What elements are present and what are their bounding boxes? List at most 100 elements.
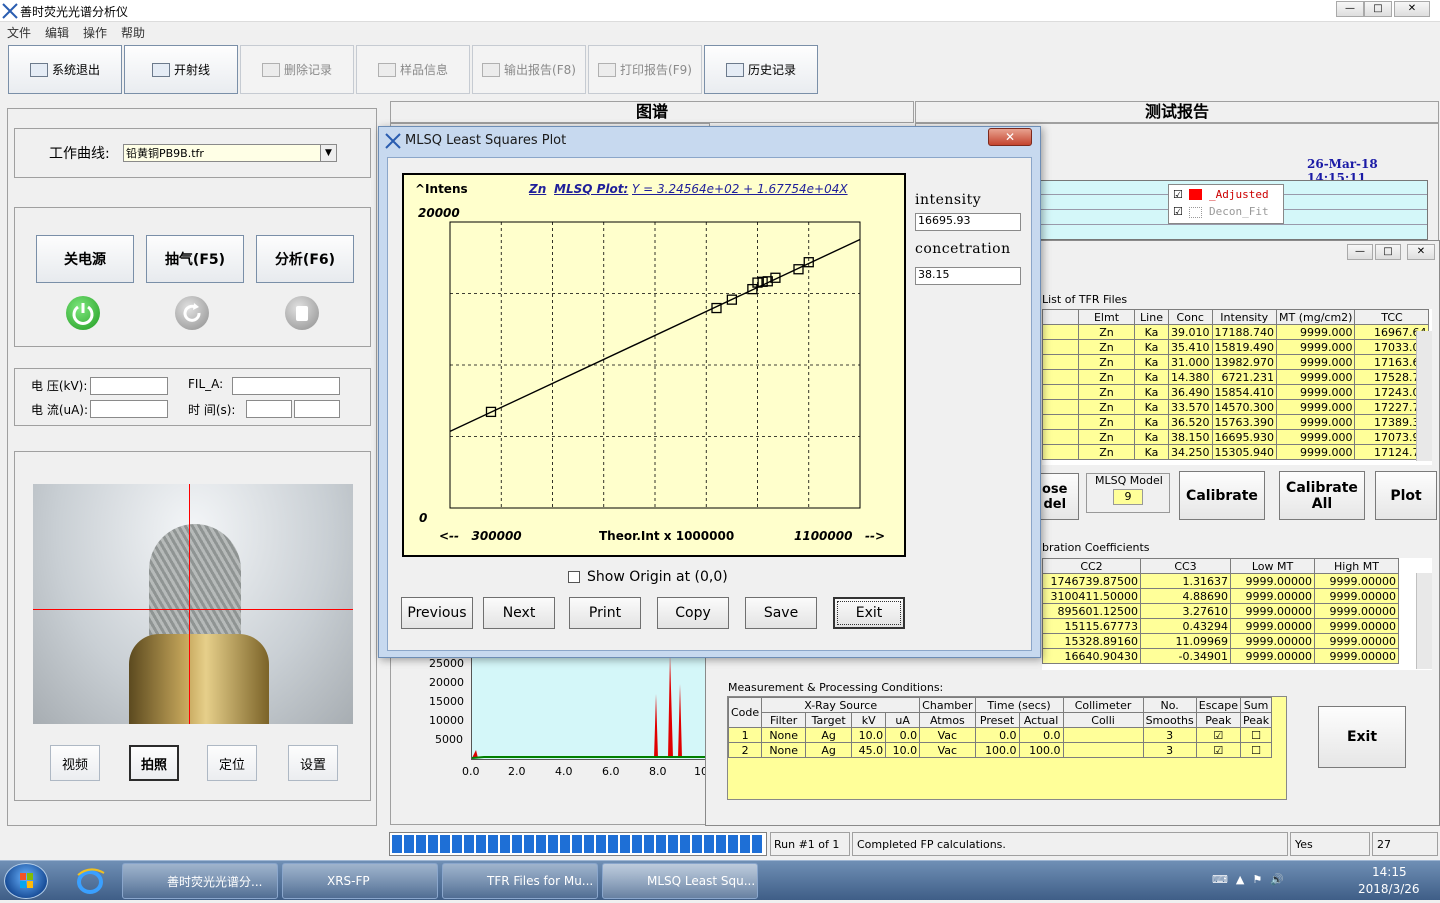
tab-spectrum[interactable]: 图谱: [390, 101, 914, 123]
dialog-close-button[interactable]: ✕: [988, 128, 1032, 146]
tab-report[interactable]: 测试报告: [915, 101, 1439, 123]
tfr-maximize-button[interactable]: □: [1375, 244, 1401, 260]
task-main-app[interactable]: 善时荧光光谱分...: [122, 863, 278, 899]
pump-button[interactable]: 抽气(F5): [146, 235, 244, 283]
start-button[interactable]: [4, 863, 48, 899]
menu-help[interactable]: 帮助: [121, 24, 145, 41]
show-origin-checkbox[interactable]: [568, 571, 580, 583]
curve-select[interactable]: 铅黄铜PB9B.tfr: [123, 144, 337, 162]
analyze-button[interactable]: 分析(F6): [256, 235, 354, 283]
table-row[interactable]: 15115.67773 0.43294 9999.00000 9999.00000: [1042, 618, 1399, 634]
time-field-1[interactable]: [246, 400, 292, 418]
save-button[interactable]: Save: [745, 597, 817, 629]
task-mlsq[interactable]: MLSQ Least Squ...: [602, 863, 758, 899]
menu-edit[interactable]: 编辑: [45, 24, 69, 41]
history-button[interactable]: 历史记录: [704, 45, 818, 94]
table-row[interactable]: 2 None Ag 45.0 10.0 Vac 100.0 100.0 3 ☑ ☐: [728, 742, 1273, 758]
copy-button[interactable]: Copy: [657, 597, 729, 629]
concentration-field[interactable]: 38.15: [915, 267, 1021, 285]
tfr-col-header: TCC: [1354, 309, 1430, 325]
plot-button[interactable]: Plot: [1375, 471, 1437, 520]
photo-button[interactable]: 拍照: [129, 745, 179, 781]
curve-group: 工作曲线: 铅黄铜PB9B.tfr ▼: [14, 128, 371, 178]
table-row[interactable]: Zn Ka 33.570 14570.300 9999.000 17227.76: [1042, 399, 1430, 415]
sample-info-button[interactable]: 样品信息: [356, 45, 470, 94]
table-row[interactable]: 895601.12500 3.27610 9999.00000 9999.00000: [1042, 603, 1399, 619]
save-label: Save: [763, 605, 799, 621]
maximize-button[interactable]: □: [1364, 1, 1392, 17]
close-model-button[interactable]: ose del: [1037, 473, 1079, 520]
table-row[interactable]: Zn Ka 31.000 13982.970 9999.000 17163.60: [1042, 354, 1430, 370]
table-row[interactable]: 15328.89160 11.09969 9999.00000 9999.00000: [1042, 633, 1399, 649]
table-row[interactable]: 3100411.50000 4.88690 9999.00000 9999.00000: [1042, 588, 1399, 604]
calibrate-button[interactable]: Calibrate: [1179, 471, 1265, 520]
exit-system-button[interactable]: 系统退出: [8, 45, 122, 94]
legend-checkbox-decon[interactable]: ☑: [1173, 205, 1183, 218]
spectrum-ytick: 15000: [429, 695, 464, 708]
current-field[interactable]: [90, 400, 168, 418]
tfr-scrollbar[interactable]: [1416, 331, 1432, 461]
previous-button[interactable]: Previous: [401, 597, 473, 629]
locate-button[interactable]: 定位: [207, 745, 257, 781]
spectrum-ytick: 10000: [429, 714, 464, 727]
xray-on-label: 开射线: [173, 63, 210, 77]
menu-file[interactable]: 文件: [7, 24, 31, 41]
exit-button[interactable]: Exit: [833, 597, 905, 629]
tfr-close-button[interactable]: ✕: [1407, 244, 1435, 260]
camera-group: 视频 拍照 定位 设置: [14, 451, 371, 801]
table-row[interactable]: 1746739.87500 1.31637 9999.00000 9999.00000: [1042, 573, 1399, 589]
tray-icons[interactable]: ⌨▲⚑🔊: [1212, 873, 1332, 889]
voltage-field[interactable]: [90, 377, 168, 395]
table-cell: 0.0: [1018, 727, 1064, 743]
print-button[interactable]: Print: [569, 597, 641, 629]
menu-operate[interactable]: 操作: [83, 24, 107, 41]
table-row[interactable]: 16640.90430 -0.34901 9999.00000 9999.00000: [1042, 648, 1399, 664]
table-row[interactable]: Zn Ka 38.150 16695.930 9999.000 17073.91: [1042, 429, 1430, 445]
table-row[interactable]: Zn Ka 34.250 15305.940 9999.000 17124.79: [1042, 444, 1430, 460]
spectrum-xtick: 8.0: [649, 765, 667, 778]
conditions-exit-button[interactable]: Exit: [1318, 706, 1406, 768]
calibrate-label: Calibrate: [1186, 487, 1258, 504]
power-off-button[interactable]: 关电源: [36, 235, 134, 283]
chevron-down-icon[interactable]: ▼: [320, 145, 336, 161]
fil-field[interactable]: [232, 377, 340, 395]
cond-group: No.: [1142, 697, 1197, 713]
conditions-table-wrap: Code X-Ray Source Chamber Time (secs) Co…: [727, 696, 1287, 800]
escape-checkbox[interactable]: ☑: [1195, 742, 1241, 758]
camera-view: [33, 484, 353, 724]
task-tfr-files[interactable]: TFR Files for Mu...: [442, 863, 598, 899]
print-report-button[interactable]: 打印报告(F9): [588, 45, 702, 94]
minimize-button[interactable]: —: [1336, 1, 1364, 17]
settings-button[interactable]: 设置: [288, 745, 338, 781]
spectrum-xtick: 4.0: [555, 765, 573, 778]
next-button[interactable]: Next: [483, 597, 555, 629]
delete-record-button[interactable]: 删除记录: [240, 45, 354, 94]
calibrate-all-button[interactable]: Calibrate All: [1279, 471, 1365, 520]
table-row[interactable]: Zn Ka 39.010 17188.740 9999.000 16967.64: [1042, 324, 1430, 340]
table-row[interactable]: Zn Ka 14.380 6721.231 9999.000 17528.77: [1042, 369, 1430, 385]
spectrum-peaks: [471, 654, 712, 759]
clock-date[interactable]: 2018/3/26: [1358, 882, 1420, 896]
tfr-minimize-button[interactable]: —: [1347, 244, 1373, 260]
mlsq-model-field[interactable]: 9: [1113, 489, 1143, 505]
table-row[interactable]: Zn Ka 36.520 15763.390 9999.000 17389.33: [1042, 414, 1430, 430]
coeff-scrollbar[interactable]: [1416, 573, 1432, 669]
crosshair-vertical: [189, 484, 190, 724]
clock-time[interactable]: 14:15: [1372, 865, 1407, 879]
xray-on-button[interactable]: 开射线: [124, 45, 238, 94]
ie-icon[interactable]: [72, 865, 108, 897]
escape-checkbox[interactable]: ☑: [1195, 727, 1241, 743]
task-main-label: 善时荧光光谱分...: [167, 874, 263, 889]
legend-checkbox-adjusted[interactable]: ☑: [1173, 188, 1183, 201]
task-xrs-fp[interactable]: XRS-FP: [282, 863, 438, 899]
close-button[interactable]: ✕: [1394, 1, 1430, 17]
table-row[interactable]: Zn Ka 36.490 15854.410 9999.000 17243.00: [1042, 384, 1430, 400]
table-row[interactable]: 1 None Ag 10.0 0.0 Vac 0.0 0.0 3 ☑ ☐: [728, 727, 1273, 743]
time-field-2[interactable]: [294, 400, 340, 418]
sum-checkbox[interactable]: ☐: [1239, 742, 1273, 758]
export-report-button[interactable]: 输出报告(F8): [472, 45, 586, 94]
video-button[interactable]: 视频: [50, 745, 100, 781]
intensity-field[interactable]: 16695.93: [915, 213, 1021, 231]
sum-checkbox[interactable]: ☐: [1239, 727, 1273, 743]
table-row[interactable]: Zn Ka 35.410 15819.490 9999.000 17033.08: [1042, 339, 1430, 355]
